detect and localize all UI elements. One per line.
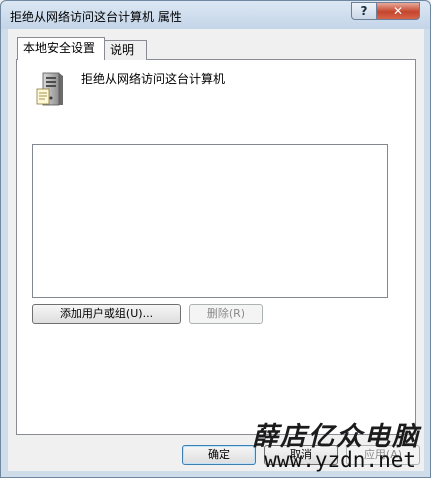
close-button[interactable]: ✕ — [376, 2, 420, 20]
user-group-list[interactable] — [32, 144, 388, 298]
title-bar[interactable]: 拒绝从网络访问这台计算机 属性 ? ✕ — [1, 1, 430, 29]
close-icon: ✕ — [392, 4, 404, 18]
watermark: 薛店亿众电脑 www.yzdn.net — [236, 414, 426, 474]
help-icon: ? — [360, 4, 368, 18]
tab-explain[interactable]: 说明 — [104, 40, 147, 60]
add-user-or-group-button[interactable]: 添加用户或组(U)... — [32, 304, 181, 324]
computer-tower-icon — [36, 72, 63, 106]
tab-local-security-setting[interactable]: 本地安全设置 — [17, 37, 105, 60]
policy-name: 拒绝从网络访问这台计算机 — [81, 72, 226, 86]
tab-panel: 拒绝从网络访问这台计算机 添加用户或组(U)... 删除(R) — [16, 59, 416, 435]
help-button[interactable]: ? — [351, 2, 377, 20]
window-title: 拒绝从网络访问这台计算机 属性 — [10, 10, 182, 24]
dialog-client-area: 本地安全设置 说明 拒绝从网络访问这台计算机 添加用户或组(U)... 删除(R… — [8, 29, 424, 471]
dialog-window: 拒绝从网络访问这台计算机 属性 ? ✕ 本地安全设置 说明 拒绝从网络访问这台计… — [0, 0, 431, 478]
remove-button[interactable]: 删除(R) — [189, 304, 263, 324]
watermark-url: www.yzdn.net — [264, 448, 416, 472]
